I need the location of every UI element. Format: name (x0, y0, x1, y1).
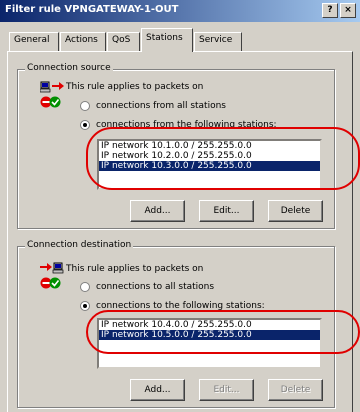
help-button[interactable]: ? (322, 3, 338, 18)
tab-general[interactable]: General (9, 32, 59, 51)
tab-qos[interactable]: QoS (107, 32, 140, 51)
tab-actions[interactable]: Actions (60, 32, 106, 51)
tab-stations[interactable]: Stations (141, 28, 193, 52)
title-bar: Filter rule VPNGATEWAY-1-OUT ? × (0, 0, 360, 22)
tab-panel (7, 51, 353, 412)
source-highlight-ring (86, 127, 360, 190)
tab-service[interactable]: Service (194, 32, 242, 51)
close-button[interactable]: × (340, 3, 356, 18)
window-title: Filter rule VPNGATEWAY-1-OUT (5, 4, 179, 15)
destination-highlight-ring (86, 310, 360, 354)
